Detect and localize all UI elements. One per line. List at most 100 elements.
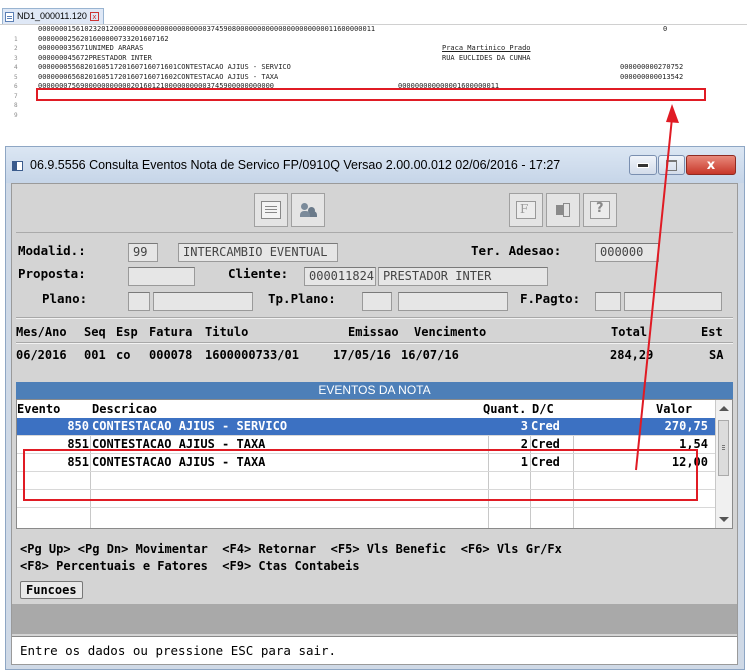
header-quant[interactable]: Quant. [483,400,526,418]
scroll-down-icon[interactable] [719,517,729,522]
cell-total: 284,29 [610,348,654,362]
line-address-text: Praca Martinico Prado [442,44,531,52]
line-text: 000000065682016051720160716071602CONTEST… [38,72,279,81]
line-right-text: 000000000013542 [620,72,684,81]
minimize-button[interactable] [629,155,657,175]
scroll-thumb[interactable] [718,420,729,476]
cell-mes-ano: 06/2016 [16,348,67,362]
table-row[interactable]: 850 CONTESTACAO AJIUS - SERVICO 3 Cred 2… [17,418,716,436]
events-header-row: Evento Descricao Quant. D/C Valor [17,400,716,419]
editor-tab-bar: ND1_000011.120 x [0,0,747,25]
col-fatura: Fatura [149,325,193,339]
editor-line[interactable]: 3 000000035671UNIMED ARARAS Praca Martin… [0,44,747,62]
consulta-eventos-window: 06.9.5556 Consulta Eventos Nota de Servi… [5,146,745,670]
tp-plano-desc-field[interactable] [398,292,508,311]
header-divider [16,342,733,344]
header-dc[interactable]: D/C [532,400,554,418]
cell-quant: 3 [520,419,528,433]
plano-desc-field[interactable] [153,292,253,311]
cliente-name-field[interactable]: PRESTADOR INTER [378,267,548,286]
cell-seq: 001 [84,348,106,362]
empty-panel [12,604,737,634]
document-icon [516,201,536,219]
f-pagto-desc-field[interactable] [624,292,722,311]
exit-door-icon [554,202,572,218]
maximize-button[interactable] [658,155,685,175]
line-number: 9 [14,111,18,119]
editor-line[interactable]: 9 [0,101,747,119]
header-valor[interactable]: Valor [656,400,692,418]
modalid-desc-field[interactable]: INTERCAMBIO EVENTUAL [178,243,338,262]
table-row-empty[interactable] [17,508,716,526]
toolbar [16,188,733,233]
table-scrollbar[interactable] [715,400,732,528]
col-emissao: Emissao [348,325,399,339]
col-mes-ano: Mes/Ano [16,325,67,339]
key-hints-line-1: <Pg Up> <Pg Dn> Movimentar <F4> Retornar… [20,542,562,556]
line-text: 000000055682016051720160716071601CONTEST… [38,63,291,71]
line-text: 0000000156102320120000000000000000000000… [38,25,376,33]
cell-est: SA [709,348,724,362]
f-pagto-code-field[interactable] [595,292,621,311]
exit-button[interactable] [546,193,580,227]
tp-plano-label: Tp.Plano: [268,291,336,306]
editor-tab-label: ND1_000011.120 [17,11,87,21]
ter-adesao-field[interactable]: 000000 [595,243,659,262]
modalid-label: Modalid.: [18,243,86,258]
editor-file-tab[interactable]: ND1_000011.120 x [2,8,104,24]
status-bar: Entre os dados ou pressione ESC para sai… [12,636,737,664]
proposta-field[interactable] [128,267,195,286]
text-editor: ND1_000011.120 x 1 000000015610232012000… [0,0,747,138]
cell-descricao: CONTESTACAO AJIUS - SERVICO [92,419,288,433]
help-button[interactable] [583,193,617,227]
header-descricao[interactable]: Descricao [92,400,157,418]
cell-fatura: 000078 [149,348,193,362]
form-divider [16,317,733,319]
editor-line[interactable]: 6 000000065682016051720160716071602CONTE… [0,72,747,91]
line-address-text: RUA EUCLIDES DA CUNHA [442,53,531,62]
col-est: Est [701,325,723,339]
cell-evento: 850 [67,419,89,433]
minimize-icon [637,162,649,168]
maximize-icon [666,159,677,171]
cliente-code-field[interactable]: 000011824 [304,267,376,286]
plano-code-field[interactable] [128,292,150,311]
editor-line[interactable]: 1 00000001561023201200000000000000000000… [0,25,747,43]
cell-emissao: 17/05/16 [333,348,391,362]
line-text: 0000000256201600000733201607162 [38,34,169,43]
cliente-label: Cliente: [228,266,289,281]
col-vencimento: Vencimento [414,325,487,339]
highlight-box-taxa-rows [23,449,698,501]
col-total: Total [611,325,648,339]
funcoes-button[interactable]: Funcoes [20,581,83,599]
file-icon [5,11,14,22]
list-button[interactable] [254,193,288,227]
col-titulo: Titulo [205,325,249,339]
editor-line[interactable]: 2 0000000256201600000733201607162 [0,34,747,53]
editor-line[interactable]: 5 000000055682016051720160716071601CONTE… [0,63,747,81]
close-button[interactable]: x [686,155,736,175]
document-button[interactable] [509,193,543,227]
window-title-bar[interactable]: 06.9.5556 Consulta Eventos Nota de Servi… [6,147,744,183]
close-icon: x [706,157,716,173]
scroll-up-icon[interactable] [719,406,729,411]
col-esp: Esp [116,325,138,339]
editor-line[interactable]: 4 000000045672PRESTADOR INTER RUA EUCLID… [0,53,747,72]
tp-plano-code-field[interactable] [362,292,392,311]
cell-esp: co [116,348,131,362]
window-client-area: Modalid.: 99 INTERCAMBIO EVENTUAL Ter. A… [11,183,738,665]
help-icon [590,201,610,219]
tab-close-icon[interactable]: x [89,12,99,21]
line-text: 000000045672PRESTADOR INTER [38,53,152,62]
plano-label: Plano: [42,291,88,306]
grip-icon [722,445,725,446]
f-pagto-label: F.Pagto: [520,291,581,306]
users-icon [299,202,317,218]
line-right-text: 000000000270752 [620,63,684,71]
users-button[interactable] [291,193,325,227]
header-evento[interactable]: Evento [17,400,60,418]
modalid-code-field[interactable]: 99 [128,243,158,262]
line-text: 000000035671UNIMED ARARAS [38,44,144,52]
cell-vencimento: 16/07/16 [401,348,459,362]
list-icon [261,201,281,219]
